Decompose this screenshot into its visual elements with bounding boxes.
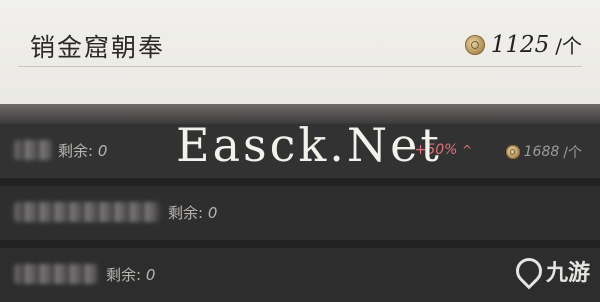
coin-icon [505,145,520,159]
merchant-price-unit: /个 [555,34,582,58]
coin-icon [464,34,485,55]
jiuyou-logo: 九游 [510,252,590,290]
list-item[interactable]: 剩余: 0 [0,248,600,302]
merchant-price-value: 1125 [490,31,550,58]
item-remaining: 剩余: 0 [168,204,218,222]
item-name-blurred [14,202,160,222]
item-remaining: 剩余: 0 [106,266,156,284]
jiuyou-logo-icon [510,252,548,290]
merchant-price: 1125 /个 [464,30,582,59]
list-item[interactable]: 剩余: 0 [0,186,600,240]
item-remaining: 剩余: 0 [58,142,108,160]
item-name-blurred [14,140,52,160]
item-price: 1688 /个 [505,142,582,162]
item-name-blurred [14,264,98,284]
watermark: Easck.Net [176,118,442,172]
merchant-card: 销金窟朝奉 1125 /个 [0,0,600,112]
arrow-up-icon: ^ [461,143,472,157]
divider [18,66,582,67]
item-price-value: 1688 [523,144,560,160]
merchant-title: 销金窟朝奉 [30,33,166,62]
row-separator [0,178,600,186]
item-price-unit: /个 [563,145,582,161]
row-separator [0,240,600,248]
